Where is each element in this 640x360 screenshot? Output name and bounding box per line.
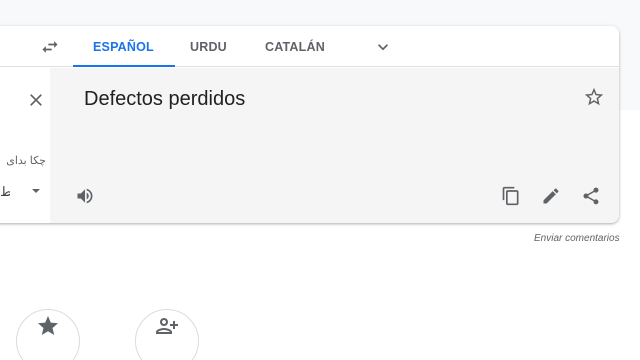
tab-target-language-catalan[interactable]: CATALÁN xyxy=(265,26,325,67)
community-icon xyxy=(155,314,179,338)
star-outline-icon[interactable] xyxy=(582,85,606,109)
source-text-fragment: چکا بدای xyxy=(6,155,46,167)
share-icon[interactable] xyxy=(579,184,603,208)
source-transliteration-fragment: ط xyxy=(0,184,10,199)
language-bar: ESPAÑOL URDU CATALÁN xyxy=(0,26,619,67)
community-button[interactable] xyxy=(135,309,199,360)
tab-target-language-urdu[interactable]: URDU xyxy=(190,26,227,67)
speaker-icon[interactable] xyxy=(73,184,97,208)
swap-languages-icon[interactable] xyxy=(38,35,62,59)
saved-button[interactable] xyxy=(16,309,80,360)
caret-down-icon[interactable] xyxy=(31,186,41,196)
close-icon[interactable] xyxy=(24,88,48,112)
translation-output-text: Defectos perdidos xyxy=(84,88,246,110)
copy-icon[interactable] xyxy=(499,184,523,208)
send-feedback-link[interactable]: Enviar comentarios xyxy=(534,233,620,244)
star-icon xyxy=(36,314,60,338)
pencil-icon[interactable] xyxy=(539,184,563,208)
chevron-down-icon[interactable] xyxy=(371,35,395,59)
tab-target-language-espanol[interactable]: ESPAÑOL xyxy=(73,26,175,67)
